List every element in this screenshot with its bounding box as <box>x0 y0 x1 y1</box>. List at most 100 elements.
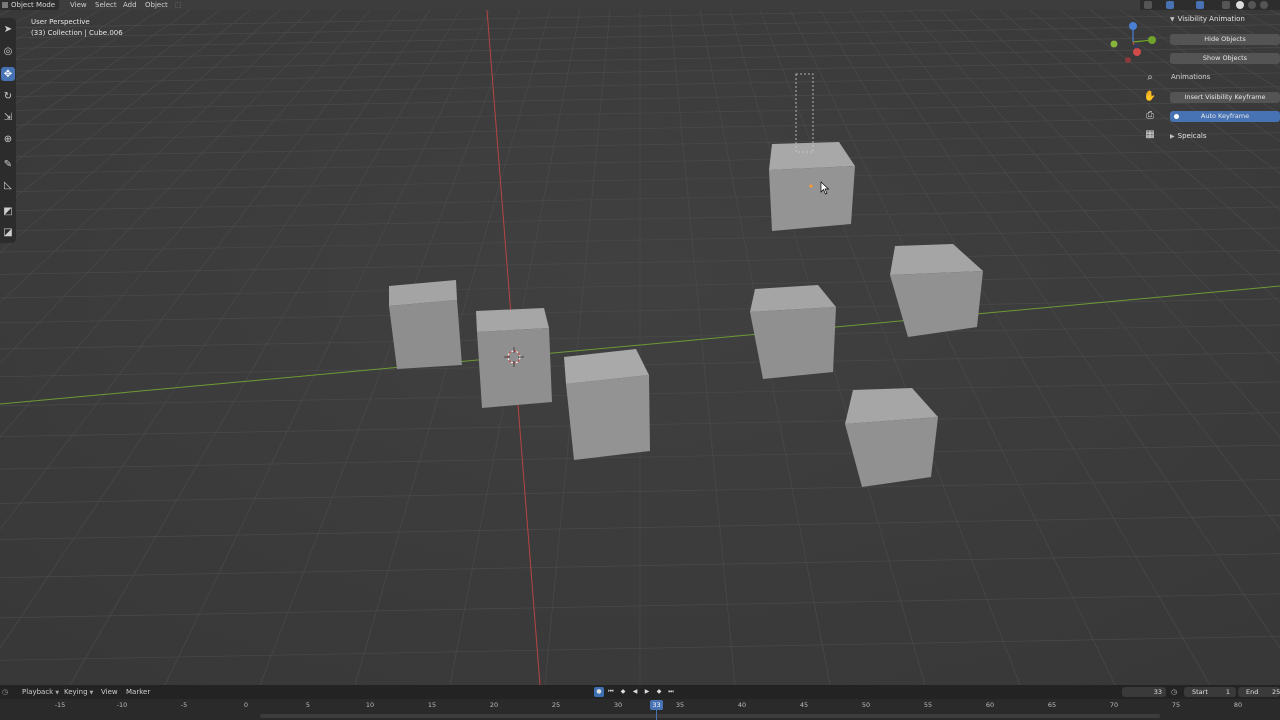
gizmo-toggle-icon[interactable] <box>1166 1 1174 9</box>
neg-y-axis-icon[interactable] <box>1110 40 1118 48</box>
menu-add[interactable]: Add <box>123 0 137 10</box>
y-axis-icon[interactable] <box>1148 36 1156 44</box>
specials-panel-title: Speicals <box>1177 132 1207 140</box>
hand-icon: ✋ <box>1143 90 1157 102</box>
frame-tick-label: 15 <box>427 701 437 709</box>
jump-end-icon[interactable]: ⏭ <box>666 687 676 697</box>
annotate-tool[interactable]: ✎ <box>1 157 15 171</box>
cube-object[interactable] <box>564 349 650 460</box>
rotate-tool[interactable]: ↻ <box>1 89 15 103</box>
frame-tick-label: 65 <box>1047 701 1057 709</box>
start-label: Start <box>1192 688 1208 696</box>
cursor-tool[interactable]: ◎ <box>1 44 15 58</box>
neg-z-axis-icon[interactable] <box>1133 43 1139 49</box>
prev-keyframe-icon[interactable]: ◆ <box>618 687 628 697</box>
pan-button[interactable]: ✋ <box>1142 88 1158 104</box>
editor-type-icon[interactable]: ◷ <box>2 685 8 699</box>
frame-tick-label: 55 <box>923 701 933 709</box>
dropdown-caret-icon: ▼ <box>55 690 60 696</box>
cursor-arrow-icon: ➤ <box>3 23 13 35</box>
play-reverse-icon[interactable]: ◀ <box>630 687 640 697</box>
end-value: 250 <box>1272 688 1280 696</box>
specials-panel-header[interactable]: ▶ Speicals <box>1170 132 1207 140</box>
xray-icon[interactable] <box>1222 1 1230 9</box>
menu-select[interactable]: Select <box>95 0 117 10</box>
n-panel-sidebar: ▼ Visibility Animation Hide Objects Show … <box>1164 10 1280 150</box>
visibility-panel-title: Visibility Animation <box>1177 15 1245 23</box>
solid-shading-icon[interactable] <box>1236 1 1244 9</box>
timeline-scrollbar[interactable] <box>260 714 1160 718</box>
frame-tick-label: 35 <box>675 701 685 709</box>
view-name: User Perspective <box>31 18 90 26</box>
playhead-line <box>656 710 657 720</box>
navigation-gizmo[interactable] <box>1106 18 1162 68</box>
measure-tool[interactable]: ◺ <box>1 178 15 192</box>
tool-shelf: ➤ ◎ ✥ ↻ ⇲ ⊕ ✎ ◺ ◩ ◪ <box>0 18 16 243</box>
playback-controls: ● ⏮ ◆ ◀ ▶ ◆ ⏭ <box>594 687 676 697</box>
zoom-button[interactable]: ⌕ <box>1142 69 1158 85</box>
record-icon[interactable]: ● <box>594 687 604 697</box>
mode-selector[interactable]: Object Mode <box>0 0 60 10</box>
material-shading-icon[interactable] <box>1248 1 1256 9</box>
camera-view-button[interactable]: ⎙ <box>1142 107 1158 123</box>
frame-tick-label: 75 <box>1171 701 1181 709</box>
select-tool[interactable]: ➤ <box>1 22 15 36</box>
start-value: 1 <box>1225 688 1230 696</box>
visibility-panel-header[interactable]: ▼ Visibility Animation <box>1170 15 1245 23</box>
transform-tool[interactable]: ⊕ <box>1 132 15 146</box>
cube-object[interactable] <box>750 285 836 379</box>
playback-menu[interactable]: Playback ▼ <box>22 685 59 699</box>
3d-cursor-icon: ◎ <box>3 45 13 57</box>
transform-orientation-icon[interactable]: ⬚ <box>175 0 182 10</box>
move-tool[interactable]: ✥ <box>1 67 15 81</box>
start-frame-field[interactable]: Start 1 <box>1184 687 1236 697</box>
viewport-shading-controls <box>1140 0 1280 10</box>
viewport-canvas[interactable] <box>0 10 1280 685</box>
menu-object[interactable]: Object <box>145 0 168 10</box>
add-cube-tool[interactable]: ◩ <box>1 204 15 218</box>
current-frame-field[interactable]: 33 <box>1122 687 1166 697</box>
marker-menu[interactable]: Marker <box>126 685 150 699</box>
mouse-pointer-icon <box>820 181 830 195</box>
timeline-view-menu[interactable]: View <box>101 685 118 699</box>
scale-icon: ⇲ <box>3 111 13 123</box>
animations-label: Animations <box>1171 73 1211 81</box>
z-axis-icon[interactable] <box>1129 22 1137 30</box>
visibility-icon[interactable] <box>1144 1 1152 9</box>
hide-objects-button[interactable]: Hide Objects <box>1170 34 1280 45</box>
cube-object[interactable] <box>845 388 938 487</box>
cube-object[interactable] <box>389 280 462 369</box>
frame-tick-label: 25 <box>551 701 561 709</box>
end-frame-field[interactable]: End 250 <box>1238 687 1280 697</box>
next-keyframe-icon[interactable]: ◆ <box>654 687 664 697</box>
cube-object[interactable] <box>476 308 552 408</box>
move-arrows-icon: ✥ <box>3 68 13 80</box>
menu-view[interactable]: View <box>70 0 87 10</box>
frame-tick-label: 80 <box>1233 701 1243 709</box>
overlay-toggle-icon[interactable] <box>1196 1 1204 9</box>
pencil-icon: ✎ <box>3 158 13 170</box>
keying-menu[interactable]: Keying ▼ <box>64 685 93 699</box>
perspective-toggle-button[interactable]: ▦ <box>1142 126 1158 142</box>
rendered-shading-icon[interactable] <box>1260 1 1268 9</box>
insert-visibility-keyframe-button[interactable]: Insert Visibility Keyframe <box>1170 92 1280 103</box>
neg-x-axis-icon[interactable] <box>1125 57 1131 63</box>
playhead-frame-indicator[interactable]: 33 <box>650 700 663 710</box>
frame-tick-label: 40 <box>737 701 747 709</box>
scale-tool[interactable]: ⇲ <box>1 110 15 124</box>
3d-viewport[interactable] <box>0 10 1280 685</box>
jump-start-icon[interactable]: ⏮ <box>606 687 616 697</box>
frame-tick-label: -15 <box>54 701 66 709</box>
x-axis-icon[interactable] <box>1133 48 1141 56</box>
timeline-header: ◷ Playback ▼ Keying ▼ View Marker ● ⏮ ◆ ◀ … <box>0 685 1280 699</box>
end-label: End <box>1246 688 1259 696</box>
timeline-ruler[interactable]: 33 -15 -10 -5 0 5 10 15 20 25 30 35 40 45 50 55 60 65 70 7… <box>0 699 1280 720</box>
show-objects-button[interactable]: Show Objects <box>1170 53 1280 64</box>
ruler-icon: ◺ <box>4 179 12 191</box>
auto-keyframe-toggle[interactable]: Auto Keyframe <box>1170 111 1280 122</box>
extra-tool[interactable]: ◪ <box>1 225 15 239</box>
play-icon[interactable]: ▶ <box>642 687 652 697</box>
collection-info: (33) Collection | Cube.006 <box>31 29 123 37</box>
selected-cube[interactable] <box>769 142 855 231</box>
preview-range-clock-icon[interactable]: ◷ <box>1171 685 1177 699</box>
